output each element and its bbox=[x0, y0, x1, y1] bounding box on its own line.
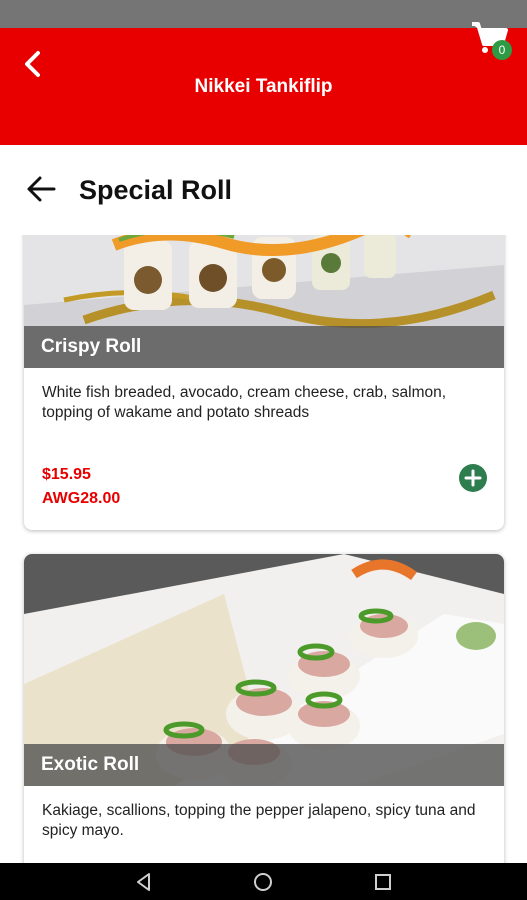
menu-item-list[interactable]: Crispy Roll White fish breaded, avocado,… bbox=[0, 235, 527, 863]
item-price-usd: $15.95 bbox=[42, 466, 91, 483]
item-description: Kakiage, scallions, topping the pepper j… bbox=[42, 802, 476, 839]
cart-count-badge: 0 bbox=[492, 40, 512, 60]
page-title: Special Roll bbox=[79, 175, 233, 205]
nav-home-icon[interactable] bbox=[252, 871, 274, 893]
item-name: Exotic Roll bbox=[24, 744, 504, 786]
system-nav-bar bbox=[0, 863, 527, 900]
app-title: Nikkei Tankiflip bbox=[194, 76, 333, 97]
item-name: Crispy Roll bbox=[24, 326, 504, 368]
app-bar: Nikkei Tankiflip bbox=[0, 28, 527, 145]
arrow-left-icon[interactable] bbox=[26, 175, 56, 203]
nav-recents-icon[interactable] bbox=[372, 871, 394, 893]
status-bar bbox=[0, 0, 527, 28]
nav-back-icon[interactable] bbox=[133, 871, 155, 893]
chevron-left-icon[interactable] bbox=[22, 50, 44, 78]
page-header: Special Roll bbox=[0, 145, 527, 235]
menu-item-card[interactable]: Crispy Roll White fish breaded, avocado,… bbox=[24, 235, 504, 530]
item-description: White fish breaded, avocado, cream chees… bbox=[42, 384, 447, 421]
item-price-awg: AWG28.00 bbox=[42, 490, 121, 507]
plus-circle-icon[interactable] bbox=[459, 464, 487, 492]
menu-item-card[interactable]: Exotic Roll Kakiage, scallions, topping … bbox=[24, 554, 504, 863]
